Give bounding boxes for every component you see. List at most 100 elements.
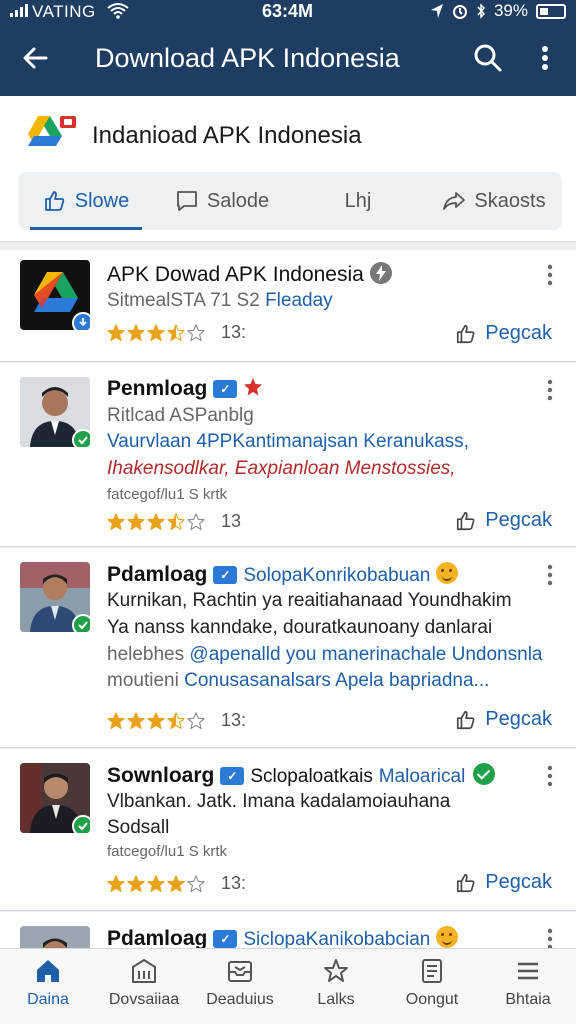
more-vert-icon[interactable] [530, 40, 560, 76]
rating: 13: [107, 873, 246, 894]
thumb-up-icon [457, 710, 475, 729]
bluetooth-icon [477, 3, 485, 19]
more-vert-icon[interactable] [546, 928, 554, 948]
verified-tag-icon: ✓ [213, 566, 238, 584]
app-bar-title: Download APK Indonesia [95, 43, 400, 73]
nav-lalks[interactable]: Lalks [288, 949, 384, 1024]
verified-tag-icon: ✓ [220, 767, 245, 785]
post-card[interactable]: Pdamloag ✓ SolopaKonrikobabuan Kurnikan, R… [0, 548, 576, 748]
more-vert-icon[interactable] [546, 264, 554, 286]
star-icon [324, 959, 348, 982]
thumb-up-icon [457, 873, 475, 892]
back-arrow-icon[interactable] [18, 40, 54, 76]
nav-label: Lalks [317, 991, 355, 1008]
pegcak-button[interactable]: Pegcak [455, 871, 552, 894]
post-line: Ihakensodlkar, Eaxpianloan Menstossies, [107, 458, 456, 479]
avatar [20, 926, 90, 948]
post-line: Ya nanss kanndake, douratkaunoany danlar… [107, 617, 493, 638]
verified-badge-icon [72, 815, 90, 833]
more-vert-icon[interactable] [546, 379, 554, 401]
app-icon [20, 260, 90, 330]
status-bar: VATING 63:4M 39% [0, 0, 576, 24]
tab-skaosts[interactable]: Skaosts [426, 172, 562, 230]
rating: 13: [107, 710, 246, 731]
post-sublink[interactable]: SolopaKonrikobabuan [243, 565, 430, 586]
star-icon [127, 874, 145, 892]
tab-label: Slowe [74, 189, 130, 212]
nav-dovsaiiaa[interactable]: Dovsaiiaa [96, 949, 192, 1024]
post-subtitle: SitmealSTA 71 S2 Fleaday [107, 290, 333, 311]
post-card[interactable]: APK Dowad APK Indonesia SitmealSTA 71 S2… [0, 250, 576, 362]
smile-emoji-icon [436, 926, 459, 948]
menu-icon [518, 962, 538, 980]
post-line: moutieni Conusasanalsars Apela bapriadna… [107, 670, 490, 691]
status-right: 39% [430, 1, 566, 21]
star-rating [107, 512, 205, 531]
nav-label: Bhtaia [505, 991, 551, 1008]
person-photo [20, 926, 90, 948]
rating: 13 [107, 511, 241, 532]
tab-label: Lhj [344, 189, 372, 212]
star-icon [107, 874, 125, 892]
tab-salode[interactable]: Salode [154, 172, 290, 230]
tab-label: Skaosts [474, 189, 546, 212]
verified-tag-icon: ✓ [213, 380, 238, 398]
post-line: Kurnikan, Rachtin ya reaitiahanaad Yound… [107, 590, 512, 611]
post-card[interactable]: Sownloarg ✓ Sclopaloatkais Maloarical Vlba… [0, 749, 576, 911]
post-line: Vlbankan. Jatk. Imana kadalamoiauhana [107, 791, 451, 812]
nav-deaduius[interactable]: Deaduius [192, 949, 288, 1024]
star-rating [107, 323, 205, 342]
star-icon [107, 512, 125, 530]
post-card[interactable]: Pdamloag ✓ SiclopaKanikobabcian [0, 912, 576, 948]
pegcak-button[interactable]: Pegcak [455, 322, 552, 345]
star-icon [147, 711, 165, 729]
rating-count: 13: [221, 873, 247, 893]
post-meta: fatcegof/lu1 S krtk [107, 843, 228, 860]
avatar [20, 377, 90, 447]
inbox-icon [228, 961, 252, 982]
star-icon [127, 711, 145, 729]
badge-star-icon [244, 378, 263, 396]
post-sublink[interactable]: Maloarical [379, 766, 466, 787]
star-rating [107, 711, 205, 730]
star-icon [187, 512, 205, 530]
star-rating [107, 874, 205, 893]
post-link[interactable]: @apenalld you manerinachale Undonsnla [189, 644, 542, 665]
star-icon [107, 323, 125, 341]
check-circle-icon [473, 763, 496, 785]
tab-slowe[interactable]: Slowe [18, 172, 154, 230]
star-icon [107, 711, 125, 729]
download-badge-icon [72, 312, 90, 330]
nav-bhtaia[interactable]: Bhtaia [480, 949, 576, 1024]
star-icon [187, 874, 205, 892]
post-subtitle: Ritlcad ASPanblg [107, 405, 254, 426]
clock: 63:4M [262, 1, 314, 21]
post-link[interactable]: Conusasanalsars Apela bapriadna... [184, 670, 489, 691]
star-icon [167, 874, 185, 892]
post-card[interactable]: Penmloag ✓ Ritlcad ASPanblg Vaurvlaan 4PP… [0, 363, 576, 547]
post-title: APK Dowad APK Indonesia [107, 262, 392, 287]
tab-lhj[interactable]: Lhj [290, 172, 426, 230]
more-vert-icon[interactable] [546, 564, 554, 586]
nav-label: Deaduius [206, 991, 274, 1008]
rating-count: 13 [221, 511, 242, 531]
nav-daina[interactable]: Daina [0, 949, 96, 1024]
thumb-up-icon [457, 324, 475, 343]
post-title: Pdamloag ✓ SiclopaKanikobabcian [107, 926, 459, 948]
location-icon [430, 4, 443, 18]
post-sublink[interactable]: Fleaday [265, 290, 333, 311]
nav-oongut[interactable]: Oongut [384, 949, 480, 1024]
rating-count: 13: [221, 710, 247, 730]
search-icon[interactable] [470, 40, 506, 76]
post-sublink[interactable]: SiclopaKanikobabcian [243, 929, 430, 948]
star-icon [187, 711, 205, 729]
pegcak-button[interactable]: Pegcak [455, 708, 552, 731]
document-icon [422, 959, 442, 983]
comment-icon [176, 191, 197, 211]
carrier-label: VATING [10, 2, 129, 22]
more-vert-icon[interactable] [546, 765, 554, 787]
verified-badge-icon [72, 429, 90, 447]
star-icon [127, 512, 145, 530]
star-icon [167, 323, 185, 341]
pegcak-button[interactable]: Pegcak [455, 509, 552, 532]
